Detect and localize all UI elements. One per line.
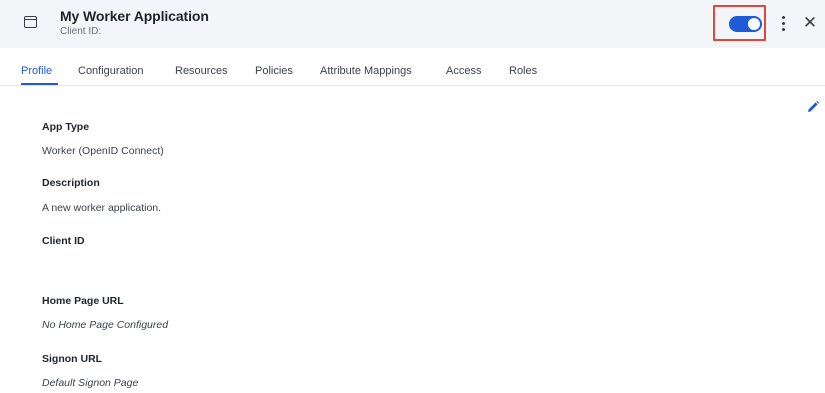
app-enabled-toggle[interactable] — [729, 16, 762, 32]
tab-access[interactable]: Access — [446, 65, 481, 77]
tab-profile[interactable]: Profile — [21, 65, 52, 77]
home-page-url-value: No Home Page Configured — [42, 319, 169, 331]
signon-url-value: Default Signon Page — [42, 377, 139, 389]
description-label: Description — [42, 177, 100, 189]
active-tab-indicator — [21, 83, 58, 85]
client-id-label: Client ID — [42, 235, 85, 247]
tab-roles[interactable]: Roles — [509, 65, 537, 77]
tab-configuration[interactable]: Configuration — [78, 65, 143, 77]
app-header: My Worker Application Client ID: ✕ — [0, 0, 825, 48]
close-icon[interactable]: ✕ — [800, 13, 820, 33]
tab-attribute-mappings[interactable]: Attribute Mappings — [320, 65, 412, 77]
app-type-label: App Type — [42, 121, 90, 133]
tab-resources[interactable]: Resources — [175, 65, 228, 77]
app-type-value: Worker (OpenID Connect) — [42, 145, 164, 157]
app-window-icon — [24, 16, 37, 28]
description-value: A new worker application. — [42, 202, 162, 214]
client-id-subtitle: Client ID: — [60, 26, 102, 37]
app-title: My Worker Application — [60, 8, 209, 24]
tab-bar: Profile Configuration Resources Policies… — [0, 60, 825, 86]
tab-policies[interactable]: Policies — [255, 65, 293, 77]
pencil-icon[interactable] — [806, 100, 820, 114]
home-page-url-label: Home Page URL — [42, 295, 124, 307]
toggle-knob — [748, 18, 760, 30]
more-vertical-icon[interactable] — [780, 15, 786, 33]
signon-url-label: Signon URL — [42, 353, 103, 365]
